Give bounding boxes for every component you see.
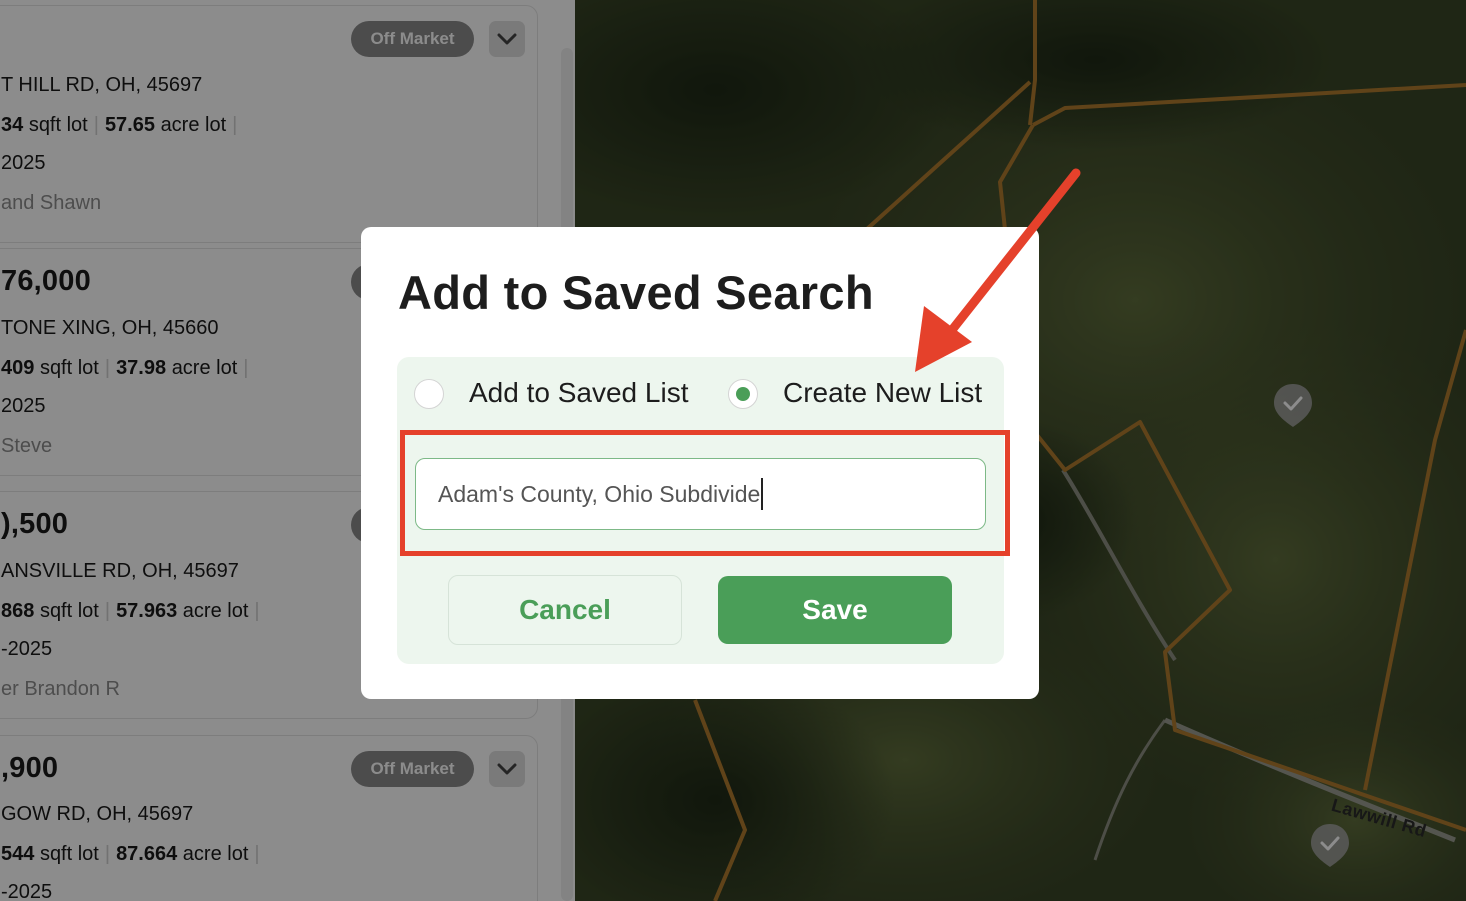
annotation-highlight-box <box>400 430 1010 556</box>
add-to-saved-list-radio[interactable] <box>414 379 444 409</box>
create-new-list-label[interactable]: Create New List <box>783 377 982 409</box>
cancel-button[interactable]: Cancel <box>448 575 682 645</box>
create-new-list-radio[interactable] <box>728 379 758 409</box>
add-to-saved-list-label[interactable]: Add to Saved List <box>469 377 688 409</box>
radio-selected-dot <box>735 386 750 401</box>
dialog-title: Add to Saved Search <box>398 266 874 319</box>
save-button[interactable]: Save <box>718 576 952 644</box>
